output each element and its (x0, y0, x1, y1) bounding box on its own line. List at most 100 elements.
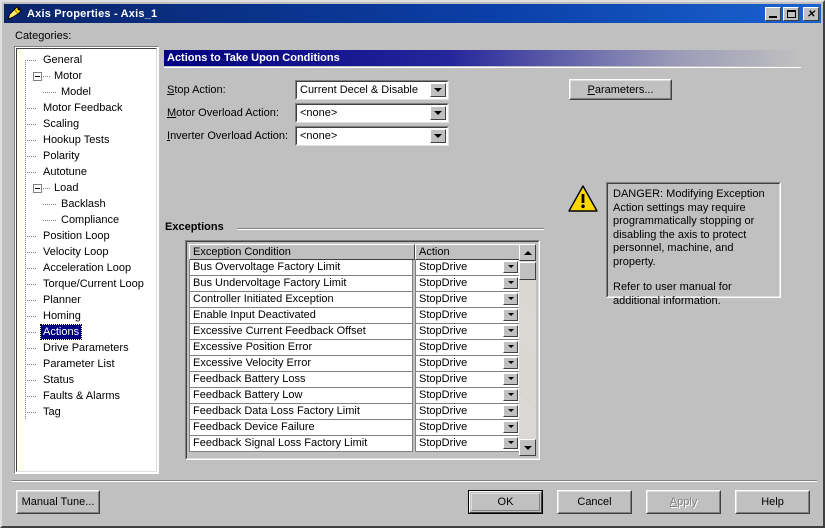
scrollbar-thumb[interactable] (519, 262, 536, 280)
inverter-overload-action-combo[interactable]: <none> (295, 126, 449, 146)
scroll-up-button[interactable] (519, 244, 536, 261)
exception-action-combo[interactable]: StopDrive (415, 324, 520, 340)
title-bar: Axis Properties - Axis_1 ✕ (4, 4, 821, 23)
sidebar-item-tag[interactable]: Tag (17, 404, 156, 420)
parameters-button[interactable]: Parameters... (569, 79, 672, 100)
exception-action-combo[interactable]: StopDrive (415, 372, 520, 388)
sidebar-item-general[interactable]: General (17, 52, 156, 68)
sidebar-item-polarity[interactable]: Polarity (17, 148, 156, 164)
cancel-button[interactable]: Cancel (557, 490, 632, 514)
exception-condition-cell[interactable]: Feedback Signal Loss Factory Limit (189, 436, 413, 452)
sidebar-item-load[interactable]: Load (17, 180, 156, 196)
ok-button[interactable]: OK (468, 490, 543, 514)
sidebar-item-actions[interactable]: Actions (17, 324, 156, 340)
sidebar-item-drive-parameters[interactable]: Drive Parameters (17, 340, 156, 356)
exception-action-combo[interactable]: StopDrive (415, 260, 520, 276)
column-header-action[interactable]: Action (415, 244, 520, 260)
chevron-down-icon[interactable] (503, 405, 518, 417)
chevron-down-icon[interactable] (430, 106, 446, 120)
motor-overload-action-combo[interactable]: <none> (295, 103, 449, 123)
exception-condition-cell[interactable]: Feedback Battery Loss (189, 372, 413, 388)
exception-action-combo[interactable]: StopDrive (415, 420, 520, 436)
table-row[interactable]: Controller Initiated Exception StopDrive (189, 292, 520, 308)
chevron-down-icon[interactable] (430, 83, 446, 97)
table-row[interactable]: Feedback Battery Low StopDrive (189, 388, 520, 404)
sidebar-item-parameter-list[interactable]: Parameter List (17, 356, 156, 372)
sidebar-item-autotune[interactable]: Autotune (17, 164, 156, 180)
table-row[interactable]: Feedback Data Loss Factory Limit StopDriv… (189, 404, 520, 420)
table-row[interactable]: Enable Input Deactivated StopDrive (189, 308, 520, 324)
exception-condition-cell[interactable]: Bus Overvoltage Factory Limit (189, 260, 413, 276)
scrollbar-track[interactable] (519, 261, 536, 439)
chevron-down-icon[interactable] (503, 277, 518, 289)
exception-condition-cell[interactable]: Controller Initiated Exception (189, 292, 413, 308)
chevron-down-icon[interactable] (503, 261, 518, 273)
categories-tree[interactable]: General Motor Model Motor Feedback Scaling Ho… (17, 52, 156, 420)
sidebar-item-motor-feedback[interactable]: Motor Feedback (17, 100, 156, 116)
sidebar-item-model[interactable]: Model (17, 84, 156, 100)
sidebar-item-compliance[interactable]: Compliance (17, 212, 156, 228)
sidebar-item-velocity-loop[interactable]: Velocity Loop (17, 244, 156, 260)
exception-condition-cell[interactable]: Excessive Current Feedback Offset (189, 324, 413, 340)
tree-trunk-line (25, 60, 26, 420)
categories-label: Categories: (15, 30, 72, 42)
tree-collapse-toggle[interactable] (33, 72, 42, 81)
chevron-down-icon[interactable] (503, 325, 518, 337)
sidebar-item-hookup-tests[interactable]: Hookup Tests (17, 132, 156, 148)
sidebar-item-motor[interactable]: Motor (17, 68, 156, 84)
sidebar-item-planner[interactable]: Planner (17, 292, 156, 308)
exception-condition-cell[interactable]: Feedback Battery Low (189, 388, 413, 404)
exception-action-combo[interactable]: StopDrive (415, 276, 520, 292)
exception-condition-cell[interactable]: Feedback Device Failure (189, 420, 413, 436)
exception-action-combo[interactable]: StopDrive (415, 340, 520, 356)
table-row[interactable]: Bus Undervoltage Factory Limit StopDrive (189, 276, 520, 292)
minimize-button[interactable] (765, 6, 781, 21)
exception-action-combo[interactable]: StopDrive (415, 356, 520, 372)
maximize-button[interactable] (783, 6, 799, 21)
table-row[interactable]: Excessive Velocity Error StopDrive (189, 356, 520, 372)
sidebar-item-acceleration-loop[interactable]: Acceleration Loop (17, 260, 156, 276)
scroll-down-button[interactable] (519, 439, 536, 456)
chevron-down-icon[interactable] (503, 373, 518, 385)
exception-condition-cell[interactable]: Feedback Data Loss Factory Limit (189, 404, 413, 420)
exceptions-scrollbar[interactable] (519, 244, 536, 456)
chevron-down-icon[interactable] (503, 341, 518, 353)
tree-collapse-toggle[interactable] (33, 184, 42, 193)
chevron-down-icon[interactable] (503, 421, 518, 433)
sidebar-item-position-loop[interactable]: Position Loop (17, 228, 156, 244)
chevron-down-icon[interactable] (503, 437, 518, 449)
table-row[interactable]: Feedback Device Failure StopDrive (189, 420, 520, 436)
chevron-down-icon[interactable] (430, 129, 446, 143)
sidebar-item-scaling[interactable]: Scaling (17, 116, 156, 132)
help-button[interactable]: Help (735, 490, 810, 514)
column-header-exception-condition[interactable]: Exception Condition (189, 244, 415, 260)
exception-action-combo[interactable]: StopDrive (415, 404, 520, 420)
sidebar-item-backlash[interactable]: Backlash (17, 196, 156, 212)
table-row[interactable]: Bus Overvoltage Factory Limit StopDrive (189, 260, 520, 276)
exception-condition-cell[interactable]: Bus Undervoltage Factory Limit (189, 276, 413, 292)
axis-properties-icon (7, 6, 23, 21)
chevron-down-icon[interactable] (503, 293, 518, 305)
manual-tune-button[interactable]: Manual Tune... (16, 490, 100, 514)
exception-action-combo[interactable]: StopDrive (415, 388, 520, 404)
sidebar-item-torque-current-loop[interactable]: Torque/Current Loop (17, 276, 156, 292)
exceptions-grid[interactable]: Exception Condition Action Bus Overvolta… (185, 240, 540, 460)
sidebar-item-homing[interactable]: Homing (17, 308, 156, 324)
chevron-down-icon[interactable] (503, 357, 518, 369)
sidebar-item-faults-alarms[interactable]: Faults & Alarms (17, 388, 156, 404)
chevron-down-icon[interactable] (503, 389, 518, 401)
stop-action-combo[interactable]: Current Decel & Disable (295, 80, 449, 100)
exception-condition-cell[interactable]: Excessive Velocity Error (189, 356, 413, 372)
table-row[interactable]: Excessive Current Feedback Offset StopDri… (189, 324, 520, 340)
table-row[interactable]: Excessive Position Error StopDrive (189, 340, 520, 356)
table-row[interactable]: Feedback Signal Loss Factory Limit StopDr… (189, 436, 520, 452)
close-button[interactable]: ✕ (803, 6, 819, 21)
exception-action-combo[interactable]: StopDrive (415, 292, 520, 308)
sidebar-item-status[interactable]: Status (17, 372, 156, 388)
table-row[interactable]: Feedback Battery Loss StopDrive (189, 372, 520, 388)
exception-action-combo[interactable]: StopDrive (415, 436, 520, 452)
exception-condition-cell[interactable]: Enable Input Deactivated (189, 308, 413, 324)
chevron-down-icon[interactable] (503, 309, 518, 321)
exception-condition-cell[interactable]: Excessive Position Error (189, 340, 413, 356)
exception-action-combo[interactable]: StopDrive (415, 308, 520, 324)
